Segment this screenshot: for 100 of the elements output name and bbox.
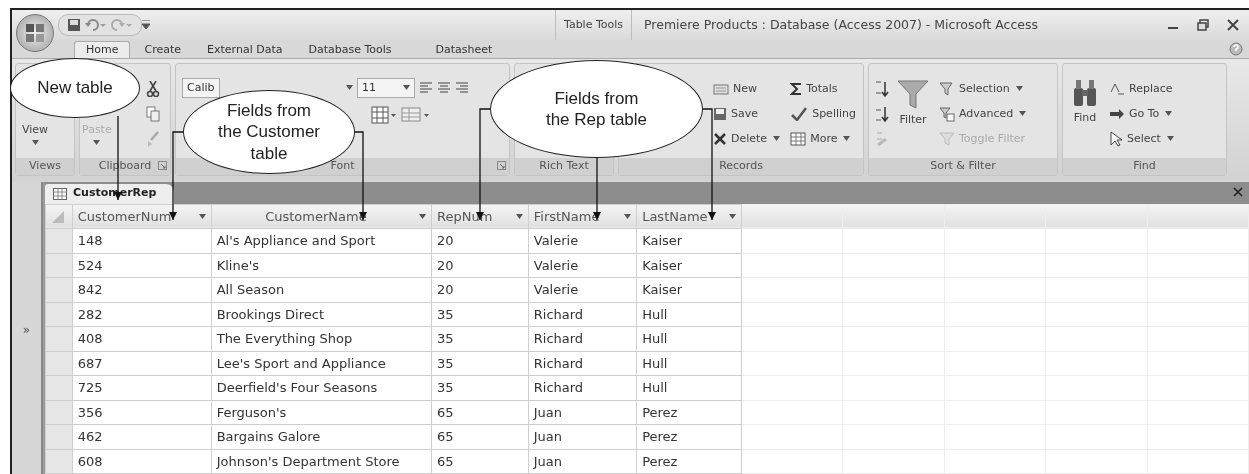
caret-icon bbox=[773, 136, 781, 142]
table-cell: All Season bbox=[211, 277, 432, 302]
ribbon-button[interactable]: Advanced bbox=[937, 102, 1029, 125]
select-all-icon[interactable] bbox=[51, 210, 65, 224]
undo-icon[interactable] bbox=[85, 18, 107, 32]
row-selector[interactable] bbox=[45, 228, 73, 253]
table-cell: Juan bbox=[528, 400, 637, 425]
check-mark-icon bbox=[790, 106, 809, 121]
customize-caret-icon[interactable] bbox=[142, 20, 150, 30]
group-label: Font bbox=[330, 157, 355, 174]
row-selector[interactable] bbox=[45, 424, 73, 449]
ribbon-button[interactable]: Go To bbox=[1107, 102, 1176, 125]
close-icon[interactable] bbox=[1227, 19, 1239, 31]
table-cell: 20 bbox=[431, 277, 529, 302]
font-size-field[interactable]: 11 bbox=[357, 77, 415, 98]
table-cell: 842 bbox=[72, 277, 212, 302]
ribbon-button[interactable]: Replace bbox=[1107, 77, 1176, 100]
align-left-icon[interactable] bbox=[419, 81, 433, 95]
row-selector[interactable] bbox=[45, 277, 73, 302]
sort-descending-icon[interactable] bbox=[875, 104, 889, 123]
group-label: Rich Text bbox=[539, 157, 589, 174]
caret-icon bbox=[515, 213, 523, 219]
paintbrush-icon[interactable] bbox=[145, 130, 160, 147]
ribbon-button[interactable]: Find bbox=[1069, 77, 1101, 127]
table-cell: Perez bbox=[636, 449, 742, 474]
ribbon-tab[interactable]: Datasheet bbox=[423, 40, 505, 58]
ribbon-button[interactable]: More bbox=[788, 127, 858, 150]
table-cell: Valerie bbox=[528, 228, 637, 253]
table-cell: 20 bbox=[431, 228, 529, 253]
ribbon-button[interactable]: New bbox=[711, 77, 783, 100]
table-cell: Ferguson's bbox=[211, 400, 432, 425]
caret-icon bbox=[843, 136, 851, 142]
table-cell: Richard bbox=[528, 375, 637, 400]
help-icon[interactable] bbox=[1229, 41, 1243, 56]
ribbon-button[interactable]: Delete bbox=[711, 127, 783, 150]
dialog-launcher-icon[interactable] bbox=[158, 160, 167, 170]
row-selector[interactable] bbox=[45, 326, 73, 351]
table-cell: Kaiser bbox=[636, 277, 742, 302]
copy-icon[interactable] bbox=[145, 105, 160, 122]
table-cell: 408 bbox=[72, 326, 212, 351]
table-cell: Lee's Sport and Appliance bbox=[211, 351, 432, 376]
office-logo-icon bbox=[24, 22, 46, 44]
table-icon bbox=[53, 187, 67, 200]
ribbon-tab[interactable]: External Data bbox=[195, 40, 295, 58]
caret-icon bbox=[419, 213, 427, 219]
table-cell: 687 bbox=[72, 351, 212, 376]
table-cell: Richard bbox=[528, 326, 637, 351]
table-cell: Kline's bbox=[211, 253, 432, 278]
window-title: Premiere Products : Database (Access 2007) - Microsoft Access bbox=[644, 15, 1038, 34]
funnel-icon bbox=[939, 105, 955, 122]
table-cell: 282 bbox=[72, 302, 212, 327]
column-header[interactable]: CustomerNum bbox=[72, 204, 212, 229]
ribbon-button[interactable]: View bbox=[22, 121, 49, 146]
table-cell: Hull bbox=[636, 326, 742, 351]
restore-icon[interactable] bbox=[1197, 19, 1209, 31]
table-cell: 35 bbox=[431, 326, 529, 351]
ribbon-button[interactable]: Filter bbox=[895, 77, 931, 129]
ribbon-tab[interactable]: Database Tools bbox=[296, 40, 404, 58]
table-cell: Valerie bbox=[528, 277, 637, 302]
caret-icon bbox=[1015, 86, 1023, 92]
sort-ascending-icon[interactable] bbox=[875, 79, 889, 98]
row-selector[interactable] bbox=[45, 302, 73, 327]
table-cell: 20 bbox=[431, 253, 529, 278]
ribbon-button[interactable]: Select bbox=[1107, 127, 1176, 150]
align-right-icon[interactable] bbox=[455, 81, 469, 95]
redo-icon[interactable] bbox=[111, 18, 133, 32]
row-selector[interactable] bbox=[45, 351, 73, 376]
gridlines-icon[interactable] bbox=[371, 105, 397, 124]
clear-sort-icon[interactable] bbox=[875, 129, 889, 148]
office-button[interactable] bbox=[16, 14, 54, 52]
row-color-icon[interactable] bbox=[401, 105, 431, 124]
group-label: Views bbox=[29, 157, 61, 174]
dialog-launcher-icon[interactable] bbox=[497, 160, 506, 170]
font-name-field[interactable]: Calib bbox=[182, 77, 220, 98]
table-cell: Richard bbox=[528, 351, 637, 376]
row-selector[interactable] bbox=[45, 253, 73, 278]
align-center-icon[interactable] bbox=[437, 81, 451, 95]
ribbon-button[interactable]: Selection bbox=[937, 77, 1029, 100]
row-selector[interactable] bbox=[45, 375, 73, 400]
caret-icon bbox=[31, 140, 39, 146]
ribbon-button[interactable]: Save bbox=[711, 102, 783, 125]
table-cell: 725 bbox=[72, 375, 212, 400]
column-header[interactable]: LastName bbox=[636, 204, 742, 229]
table-cell: 148 bbox=[72, 228, 212, 253]
ribbon-tab[interactable]: Home bbox=[74, 40, 131, 58]
ribbon-button[interactable]: Totals bbox=[788, 77, 858, 100]
table-cell: Richard bbox=[528, 302, 637, 327]
sigma-icon bbox=[790, 81, 803, 96]
row-selector[interactable] bbox=[45, 449, 73, 474]
table-cell: Hull bbox=[636, 351, 742, 376]
ribbon-tab[interactable]: Create bbox=[132, 40, 194, 58]
table-cell: 65 bbox=[431, 424, 529, 449]
group-label: Sort & Filter bbox=[930, 157, 996, 174]
scissors-icon[interactable] bbox=[145, 80, 160, 97]
close-icon[interactable] bbox=[1233, 186, 1243, 197]
ribbon-button[interactable]: Spelling bbox=[788, 102, 858, 125]
table-cell: Valerie bbox=[528, 253, 637, 278]
caret-icon bbox=[403, 85, 410, 91]
table-cell: Kaiser bbox=[636, 253, 742, 278]
row-selector[interactable] bbox=[45, 400, 73, 425]
